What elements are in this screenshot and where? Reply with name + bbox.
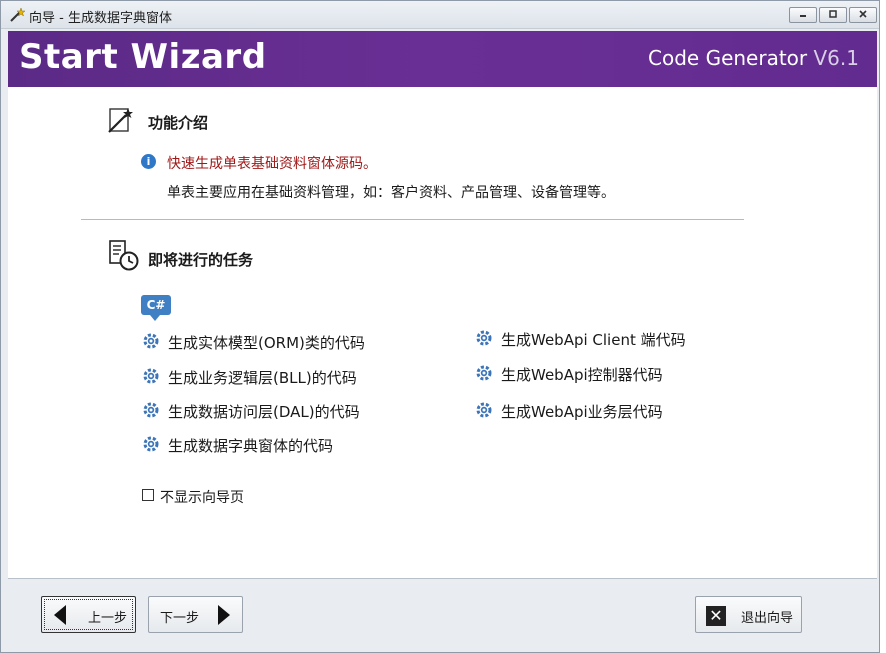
wizard-window: 向导 - 生成数据字典窗体 Start Wizard Code Generato… [0,0,880,653]
csharp-icon: C# [141,295,171,321]
intro-heading: 功能介绍 [148,114,209,132]
wizard-wand-icon [9,7,26,23]
task-label: 生成业务逻辑层(BLL)的代码 [168,369,357,387]
header-banner: Start Wizard Code Generator V6.1 [8,31,877,87]
section-divider [81,219,744,220]
exit-wizard-button[interactable]: ✕ 退出向导 [695,596,802,633]
arrow-right-icon [218,605,230,625]
close-button[interactable] [849,7,877,23]
gear-icon [142,435,160,453]
intro-description-text: 单表主要应用在基础资料管理，如：客户资料、产品管理、设备管理等。 [167,185,615,201]
minimize-button[interactable] [789,7,817,23]
window-title: 向导 - 生成数据字典窗体 [29,11,172,26]
banner-product: Code Generator V6.1 [648,46,859,70]
tasks-heading: 即将进行的任务 [148,251,254,269]
arrow-left-icon [54,605,66,625]
title-bar: 向导 - 生成数据字典窗体 [1,1,879,29]
task-label: 生成WebApi控制器代码 [501,366,663,384]
dont-show-checkbox[interactable] [142,489,154,501]
task-label: 生成数据访问层(DAL)的代码 [168,403,360,421]
next-button[interactable]: 下一步 [148,596,243,633]
task-label: 生成WebApi业务层代码 [501,403,663,421]
prev-button[interactable]: 上一步 [41,596,136,633]
product-version: V6.1 [813,46,860,70]
task-label: 生成数据字典窗体的代码 [168,437,334,455]
info-icon: i [141,154,156,169]
task-label: 生成实体模型(ORM)类的代码 [168,334,365,352]
intro-highlight-text: 快速生成单表基础资料窗体源码。 [167,156,377,172]
gear-icon [475,401,493,419]
gear-icon [475,329,493,347]
main-content: 功能介绍 i 快速生成单表基础资料窗体源码。 单表主要应用在基础资料管理，如：客… [8,87,877,579]
task-label: 生成WebApi Client 端代码 [501,331,686,349]
gear-icon [142,332,160,350]
gear-icon [142,367,160,385]
maximize-button[interactable] [819,7,847,23]
close-icon: ✕ [706,606,726,626]
dont-show-label[interactable]: 不显示向导页 [160,487,244,507]
gear-icon [475,364,493,382]
gear-icon [142,401,160,419]
wizard-intro-icon [106,105,138,137]
exit-button-label: 退出向导 [741,611,794,626]
next-button-label: 下一步 [160,611,200,626]
prev-button-label: 上一步 [88,611,128,626]
product-name: Code Generator [648,46,808,70]
scheduled-tasks-icon [108,239,140,271]
banner-title: Start Wizard [19,37,267,77]
